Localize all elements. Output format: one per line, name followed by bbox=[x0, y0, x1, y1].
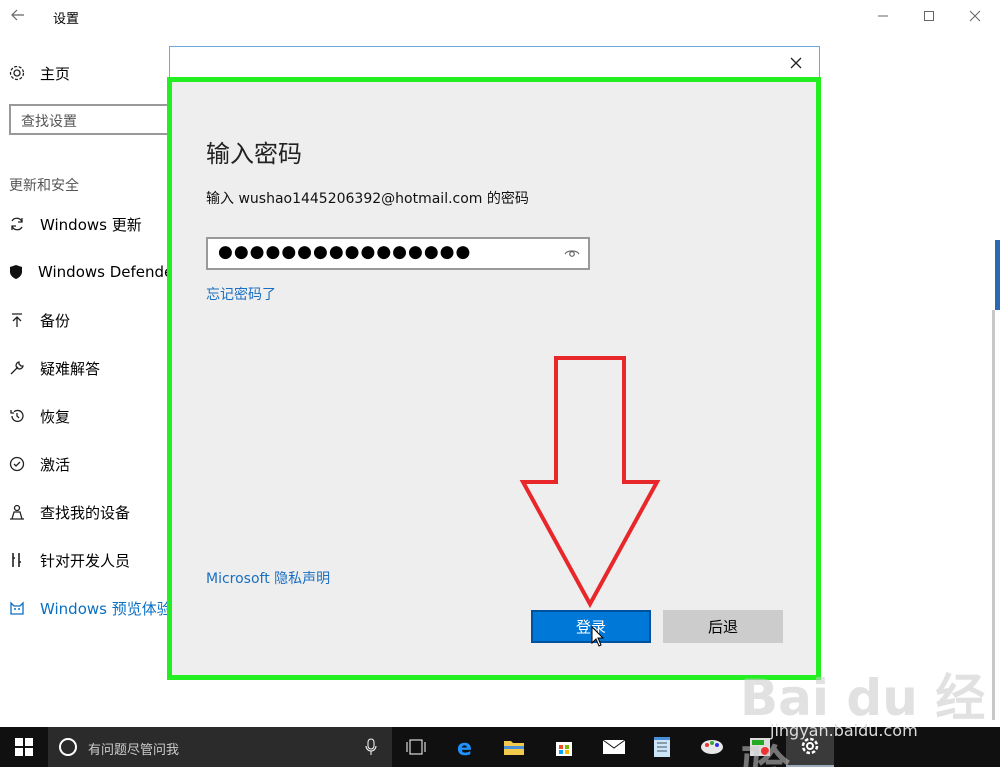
search-placeholder: 查找设置 bbox=[21, 114, 77, 130]
mouse-cursor-icon bbox=[591, 626, 605, 647]
sidebar-item-defender[interactable]: Windows Defender bbox=[8, 260, 180, 284]
task-view-icon[interactable] bbox=[392, 727, 440, 767]
minimize-button[interactable] bbox=[860, 0, 906, 32]
sidebar-item-insider[interactable]: Windows 预览体验 bbox=[8, 596, 178, 620]
microphone-icon[interactable] bbox=[365, 738, 377, 756]
sidebar-item-developers[interactable]: 针对开发人员 bbox=[8, 548, 178, 572]
sidebar-item-recovery[interactable]: 恢复 bbox=[8, 404, 178, 428]
back-button[interactable]: 后退 bbox=[663, 610, 783, 643]
red-arrow-annotation bbox=[519, 356, 661, 608]
cortana-search-text: 有问题尽管问我 bbox=[88, 743, 180, 758]
password-mask: ●●●●●●●●●●●●●●●● bbox=[218, 242, 472, 262]
sidebar-item-activation[interactable]: 激活 bbox=[8, 452, 178, 476]
cortana-search-box[interactable]: 有问题尽管问我 bbox=[48, 727, 392, 767]
nav-home-label: 主页 bbox=[40, 64, 71, 83]
backup-icon bbox=[8, 311, 26, 329]
sidebar-item-label: 疑难解答 bbox=[40, 359, 101, 378]
cortana-icon bbox=[59, 738, 77, 756]
baidu-watermark-url: jingyan.baidu.com bbox=[770, 721, 918, 740]
sync-icon bbox=[8, 215, 26, 233]
password-field[interactable]: ●●●●●●●●●●●●●●●● bbox=[206, 237, 590, 270]
sidebar-item-troubleshoot[interactable]: 疑难解答 bbox=[8, 356, 178, 380]
close-window-button[interactable] bbox=[952, 0, 998, 32]
close-icon bbox=[969, 10, 981, 22]
store-icon[interactable] bbox=[540, 727, 588, 767]
search-input[interactable]: 查找设置 bbox=[9, 104, 189, 135]
sidebar-item-label: 备份 bbox=[40, 311, 71, 330]
section-title: 更新和安全 bbox=[9, 178, 79, 194]
window-title: 设置 bbox=[53, 12, 80, 27]
notepad-icon[interactable] bbox=[638, 727, 686, 767]
sidebar-item-find-device[interactable]: 查找我的设备 bbox=[8, 500, 178, 524]
sidebar-item-label: 查找我的设备 bbox=[40, 503, 131, 522]
reveal-password-icon[interactable] bbox=[564, 246, 580, 260]
history-icon bbox=[8, 407, 26, 425]
dialog-prompt: 输入 wushao1445206392@hotmail.com 的密码 bbox=[206, 191, 529, 207]
dialog-close-button[interactable] bbox=[783, 52, 809, 74]
dialog-title: 输入密码 bbox=[206, 140, 302, 168]
start-button[interactable] bbox=[0, 727, 48, 767]
sidebar-item-backup[interactable]: 备份 bbox=[8, 308, 178, 332]
minimize-icon bbox=[878, 15, 888, 17]
back-arrow-icon[interactable] bbox=[10, 7, 26, 23]
check-circle-icon bbox=[8, 455, 26, 473]
maximize-icon bbox=[924, 11, 934, 21]
sidebar-item-label: Windows 更新 bbox=[40, 215, 142, 234]
cat-icon bbox=[8, 599, 26, 617]
privacy-statement-link[interactable]: Microsoft 隐私声明 bbox=[206, 568, 330, 588]
mail-icon[interactable] bbox=[590, 727, 638, 767]
sidebar-item-label: 针对开发人员 bbox=[40, 551, 131, 570]
sidebar-item-label: Windows Defender bbox=[38, 263, 180, 281]
edge-icon[interactable]: e bbox=[442, 727, 490, 767]
sidebar-item-windows-update[interactable]: Windows 更新 bbox=[8, 212, 178, 236]
close-icon bbox=[790, 57, 802, 69]
forgot-password-link[interactable]: 忘记密码了 bbox=[206, 284, 276, 304]
title-bar: 设置 bbox=[0, 0, 1000, 32]
sidebar-item-label: 激活 bbox=[40, 455, 71, 474]
gear-icon bbox=[9, 65, 25, 81]
baidu-watermark: Bai du 经验 bbox=[740, 669, 986, 767]
paint-icon[interactable] bbox=[688, 727, 736, 767]
sidebar-item-label: 恢复 bbox=[40, 407, 71, 426]
windows-logo-icon bbox=[15, 738, 33, 756]
shield-icon bbox=[8, 263, 24, 281]
person-locate-icon bbox=[8, 503, 26, 521]
developer-icon bbox=[8, 551, 26, 569]
sidebar-item-label: Windows 预览体验 bbox=[40, 599, 172, 618]
maximize-button[interactable] bbox=[906, 0, 952, 32]
svg-text:e: e bbox=[457, 736, 472, 758]
wrench-icon bbox=[8, 359, 26, 377]
file-explorer-icon[interactable] bbox=[490, 727, 538, 767]
background-window-edge bbox=[995, 240, 1000, 310]
nav-home[interactable]: 主页 bbox=[8, 62, 70, 84]
